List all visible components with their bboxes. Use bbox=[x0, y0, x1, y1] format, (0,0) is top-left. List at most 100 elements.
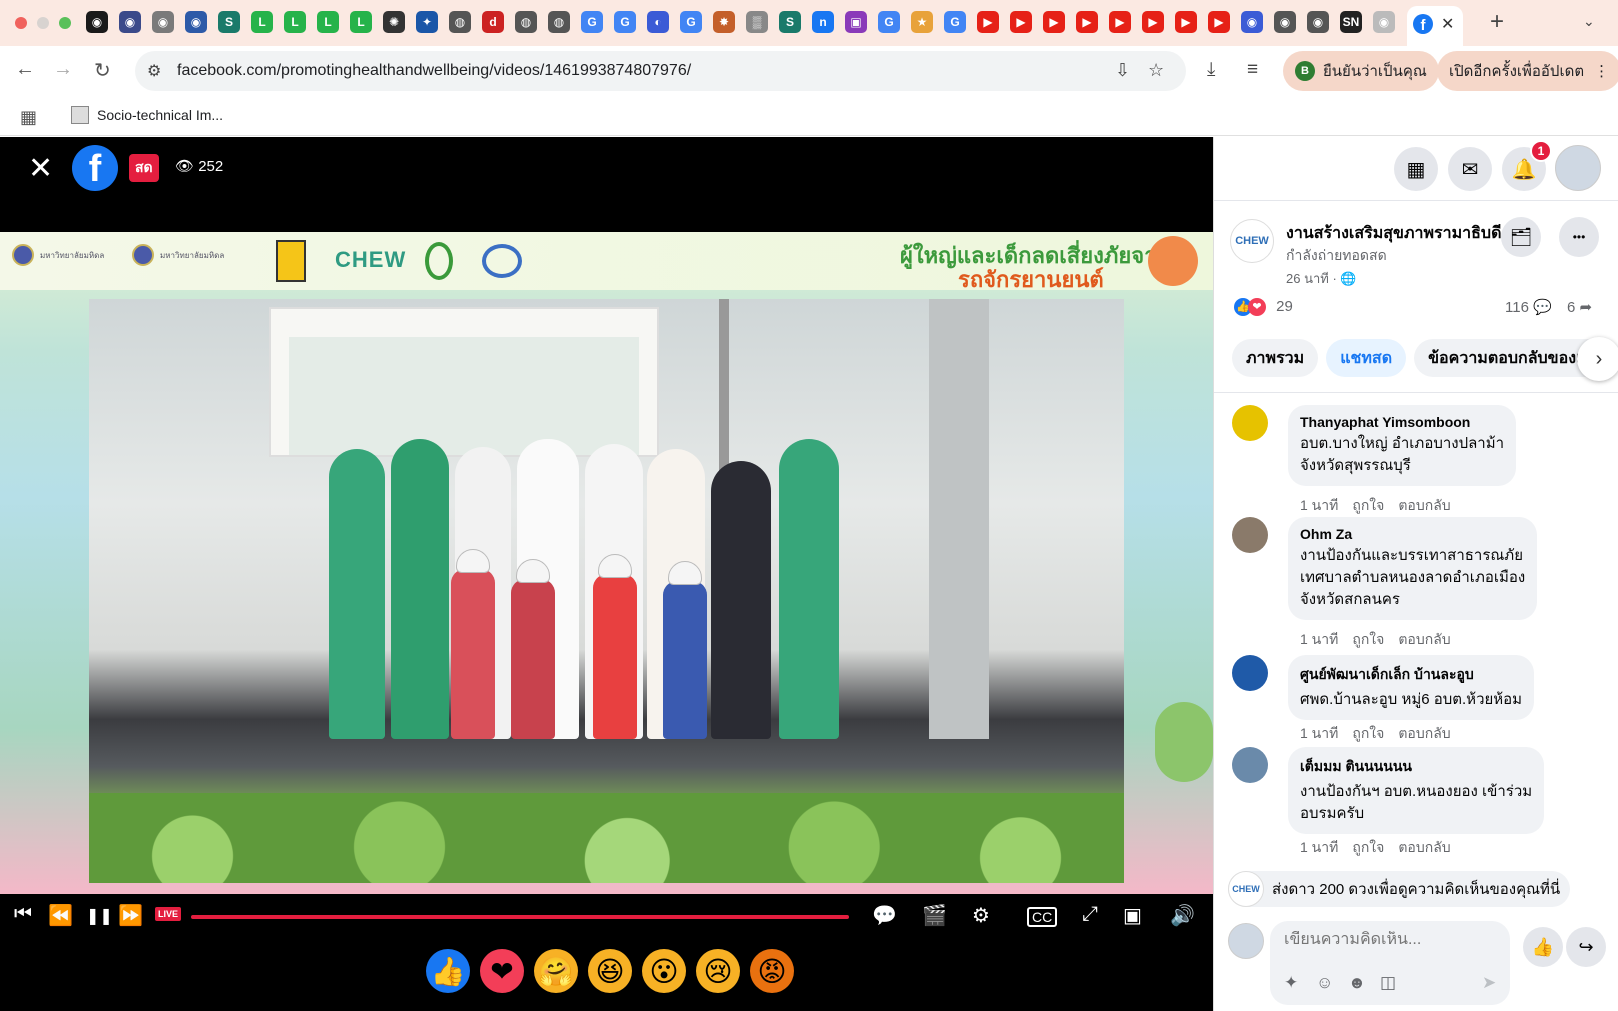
live-indicator[interactable]: LIVE bbox=[155, 907, 182, 921]
tab-favicon-icon[interactable]: ▶ bbox=[1010, 11, 1032, 33]
reload-button[interactable]: ↻ bbox=[94, 58, 111, 83]
facebook-logo-icon[interactable]: f bbox=[72, 145, 118, 191]
tab-favicon-icon[interactable]: G bbox=[680, 11, 702, 33]
tab-favicon-icon[interactable]: ▶ bbox=[1076, 11, 1098, 33]
tab-favicon-icon[interactable]: ✸ bbox=[713, 11, 735, 33]
commenter-name[interactable]: เต็มมม ตินนนนนน bbox=[1300, 756, 1532, 778]
tab-favicon-icon[interactable]: n bbox=[812, 11, 834, 33]
post-time[interactable]: 26 นาที · 🌐 bbox=[1286, 268, 1357, 289]
tab-search-button[interactable]: ⌄ bbox=[1583, 13, 1595, 30]
comment-time[interactable]: 1 นาที bbox=[1300, 725, 1338, 741]
share-button[interactable]: ↪ bbox=[1566, 927, 1606, 967]
tab-favicon-icon[interactable]: ▣ bbox=[845, 11, 867, 33]
tabs-scroll-right-icon[interactable]: › bbox=[1577, 337, 1618, 381]
address-bar[interactable]: ⚙ facebook.com/promotinghealthandwellbei… bbox=[135, 51, 1186, 91]
back-button[interactable]: ← bbox=[15, 58, 35, 81]
stars-prompt[interactable]: CHEW ส่งดาว 200 ดวงเพื่อดูความคิดเห็นของ… bbox=[1228, 871, 1571, 907]
tab-favicon-icon[interactable]: ◉ bbox=[1241, 11, 1263, 33]
reaction-button[interactable]: ❤ bbox=[480, 949, 524, 993]
page-avatar[interactable]: CHEW bbox=[1230, 219, 1274, 263]
panel-tab[interactable]: แชทสด bbox=[1326, 339, 1407, 377]
comment-reply-button[interactable]: ตอบกลับ bbox=[1398, 631, 1450, 647]
rewind-icon[interactable]: ⏪ bbox=[48, 903, 73, 928]
tab-favicon-icon[interactable]: ▒ bbox=[746, 11, 768, 33]
tab-favicon-icon[interactable]: d bbox=[482, 11, 504, 33]
tab-favicon-icon[interactable]: ◉ bbox=[1307, 11, 1329, 33]
tab-favicon-icon[interactable]: ✺ bbox=[383, 11, 405, 33]
tab-favicon-icon[interactable]: ◍ bbox=[515, 11, 537, 33]
reaction-button[interactable]: 😢 bbox=[696, 949, 740, 993]
close-tab-icon[interactable]: ✕ bbox=[1441, 14, 1454, 34]
save-icon[interactable]: 🗂 bbox=[1501, 217, 1541, 257]
tab-favicon-icon[interactable]: L bbox=[251, 11, 273, 33]
comment-count[interactable]: 116 💬 bbox=[1505, 298, 1552, 316]
active-tab[interactable]: f ✕ bbox=[1407, 6, 1463, 46]
picture-in-picture-icon[interactable]: ▣ bbox=[1123, 903, 1142, 928]
like-button[interactable]: 👍 bbox=[1523, 927, 1563, 967]
comment-like-button[interactable]: ถูกใจ bbox=[1352, 497, 1384, 513]
messenger-icon[interactable]: ✉ bbox=[1448, 147, 1492, 191]
fast-forward-icon[interactable]: ⏩ bbox=[118, 903, 143, 928]
account-avatar[interactable] bbox=[1555, 145, 1601, 191]
apps-grid-icon[interactable]: ▦ bbox=[20, 107, 37, 128]
tab-favicon-icon[interactable]: ▶ bbox=[1043, 11, 1065, 33]
menu-icon[interactable]: ▦ bbox=[1394, 147, 1438, 191]
tab-favicon-icon[interactable]: ▶ bbox=[1142, 11, 1164, 33]
page-name[interactable]: งานสร้างเสริมสุขภาพรามาธิบดี bbox=[1286, 221, 1501, 246]
install-app-icon[interactable]: ⇩ bbox=[1115, 60, 1130, 81]
tab-favicon-icon[interactable]: ◉ bbox=[86, 11, 108, 33]
gif-icon[interactable]: ◫ bbox=[1380, 973, 1396, 993]
tab-favicon-icon[interactable]: ▶ bbox=[1208, 11, 1230, 33]
commenter-avatar[interactable] bbox=[1232, 655, 1268, 691]
more-menu-icon[interactable]: ⋮ bbox=[1594, 62, 1609, 80]
commenter-name[interactable]: Ohm Za bbox=[1300, 526, 1525, 542]
reaction-button[interactable]: 👍 bbox=[426, 949, 470, 993]
bookmark-item[interactable]: Socio-technical Im... bbox=[71, 106, 223, 124]
avatar-sticker-icon[interactable]: ☺ bbox=[1316, 973, 1333, 993]
tab-favicon-icon[interactable]: ◉ bbox=[1274, 11, 1296, 33]
comment-reply-button[interactable]: ตอบกลับ bbox=[1398, 497, 1450, 513]
bookmark-star-icon[interactable]: ☆ bbox=[1148, 60, 1164, 81]
commenter-name[interactable]: ศูนย์พัฒนาเด็กเล็ก บ้านละอูบ bbox=[1300, 664, 1522, 686]
pause-icon[interactable]: ❚❚ bbox=[86, 906, 113, 926]
window-maximize-button[interactable] bbox=[59, 17, 71, 29]
forward-button[interactable]: → bbox=[53, 58, 73, 81]
commenter-name[interactable]: Thanyaphat Yimsomboon bbox=[1300, 414, 1504, 430]
progress-bar[interactable] bbox=[191, 915, 849, 919]
captions-icon[interactable]: CC bbox=[1027, 907, 1058, 927]
volume-icon[interactable]: 🔊 bbox=[1170, 903, 1195, 928]
tab-favicon-icon[interactable]: G bbox=[944, 11, 966, 33]
comment-reply-button[interactable]: ตอบกลับ bbox=[1398, 839, 1450, 855]
comment-time[interactable]: 1 นาที bbox=[1300, 497, 1338, 513]
tab-favicon-icon[interactable]: G bbox=[878, 11, 900, 33]
comment-input[interactable] bbox=[1284, 931, 1484, 949]
comment-like-button[interactable]: ถูกใจ bbox=[1352, 631, 1384, 647]
reaction-count[interactable]: 29 bbox=[1276, 298, 1293, 315]
fullscreen-icon[interactable]: ⤢ bbox=[1082, 903, 1098, 926]
reaction-button[interactable]: 🤗 bbox=[534, 949, 578, 993]
media-controls-icon[interactable]: ≡ bbox=[1247, 59, 1258, 81]
relaunch-to-update-button[interactable]: เปิดอีกครั้งเพื่ออัปเดต ⋮ bbox=[1437, 51, 1618, 91]
tab-favicon-icon[interactable]: L bbox=[317, 11, 339, 33]
tab-favicon-icon[interactable]: ▶ bbox=[977, 11, 999, 33]
comment-time[interactable]: 1 นาที bbox=[1300, 839, 1338, 855]
close-viewer-icon[interactable]: ✕ bbox=[28, 151, 53, 186]
tab-favicon-icon[interactable]: G bbox=[581, 11, 603, 33]
tab-favicon-icon[interactable]: L bbox=[284, 11, 306, 33]
tab-favicon-icon[interactable]: ▶ bbox=[1109, 11, 1131, 33]
downloads-icon[interactable]: ⤓ bbox=[1207, 59, 1215, 81]
tab-favicon-icon[interactable]: G bbox=[614, 11, 636, 33]
video-frame[interactable]: มหาวิทยาลัยมหิดล มหาวิทยาลัยมหิดล CHEW ผ… bbox=[0, 232, 1213, 894]
tab-favicon-icon[interactable]: ◉ bbox=[152, 11, 174, 33]
sticker-icon[interactable]: ✦ bbox=[1284, 973, 1298, 993]
reaction-button[interactable]: 😆 bbox=[588, 949, 632, 993]
tab-favicon-icon[interactable]: S bbox=[779, 11, 801, 33]
commenter-avatar[interactable] bbox=[1232, 405, 1268, 441]
emoji-icon[interactable]: ☻ bbox=[1348, 973, 1366, 993]
window-close-button[interactable] bbox=[15, 17, 27, 29]
commenter-avatar[interactable] bbox=[1232, 517, 1268, 553]
tab-favicon-icon[interactable]: ◉ bbox=[1373, 11, 1395, 33]
comment-time[interactable]: 1 นาที bbox=[1300, 631, 1338, 647]
share-count[interactable]: 6 ➦ bbox=[1567, 298, 1592, 316]
site-settings-icon[interactable]: ⚙ bbox=[147, 61, 161, 81]
